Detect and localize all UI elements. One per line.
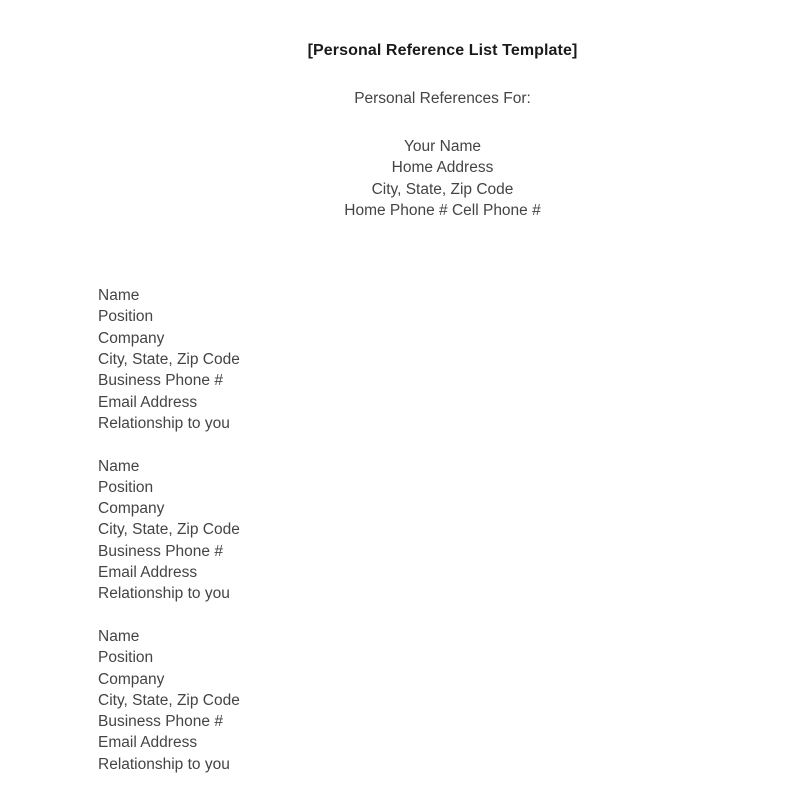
reference-relationship: Relationship to you: [98, 755, 230, 773]
reference-business-phone: Business Phone #: [98, 372, 223, 390]
reference-city-state-zip: City, State, Zip Code: [98, 521, 240, 539]
reference-name: Name: [98, 627, 140, 645]
reference-relationship: Relationship to you: [98, 414, 230, 432]
document-page: [Personal Reference List Template] Perso…: [0, 0, 791, 787]
page-title: [Personal Reference List Template]: [307, 42, 578, 59]
reference-entry: Name Position Company City, State, Zip C…: [98, 456, 787, 605]
reference-name: Name: [98, 287, 140, 305]
reference-relationship: Relationship to you: [98, 585, 230, 603]
reference-position: Position: [98, 308, 154, 326]
reference-email-address: Email Address: [98, 734, 198, 752]
reference-city-state-zip: City, State, Zip Code: [98, 351, 240, 369]
reference-business-phone: Business Phone #: [98, 713, 223, 731]
reference-business-phone: Business Phone #: [98, 542, 223, 560]
subtitle: Personal References For:: [354, 90, 531, 107]
reference-entry: Name Position Company City, State, Zip C…: [98, 626, 787, 775]
address-line: Your Name: [404, 138, 481, 155]
reference-email-address: Email Address: [98, 393, 198, 411]
address-line: City, State, Zip Code: [371, 180, 514, 198]
reference-position: Position: [98, 649, 154, 667]
address-line: Home Phone # Cell Phone #: [344, 201, 541, 219]
reference-company: Company: [98, 670, 165, 688]
reference-list: Name Position Company City, State, Zip C…: [98, 221, 787, 775]
header-address-block: Your Name Home Address City, State, Zip …: [98, 109, 787, 221]
reference-email-address: Email Address: [98, 564, 198, 582]
address-line: Home Address: [391, 159, 494, 177]
reference-position: Position: [98, 478, 154, 496]
reference-entry: Name Position Company City, State, Zip C…: [98, 285, 787, 434]
reference-city-state-zip: City, State, Zip Code: [98, 691, 240, 709]
document-content-column: [Personal Reference List Template] Perso…: [98, 0, 787, 775]
reference-name: Name: [98, 457, 140, 475]
reference-company: Company: [98, 500, 165, 518]
reference-company: Company: [98, 329, 165, 347]
